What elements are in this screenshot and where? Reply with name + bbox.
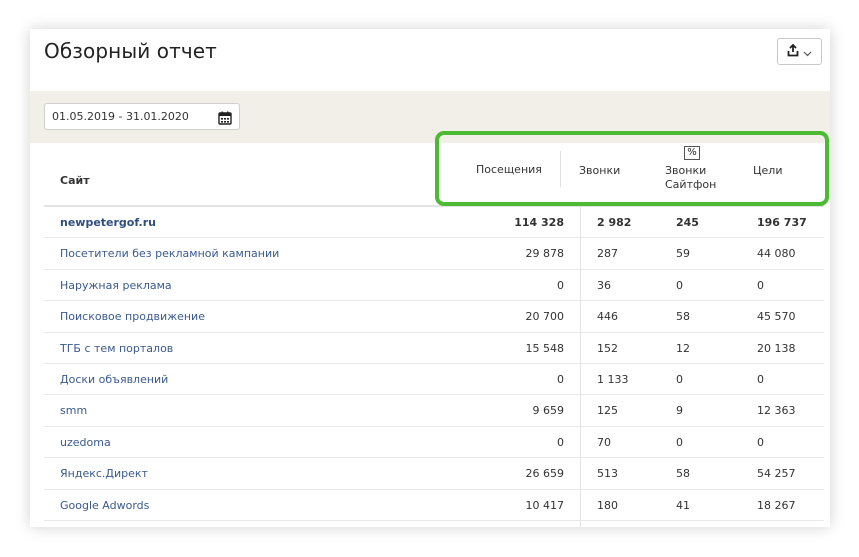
- row-goals: 0: [757, 372, 764, 386]
- chevron-down-icon: [803, 42, 812, 61]
- row-sitephone-calls: 12: [676, 341, 690, 355]
- row-sitephone-calls: 58: [676, 467, 690, 481]
- table-row: newpetergof.ru 114 328 2 982 245 196 737: [44, 207, 824, 239]
- row-goals: 18 267: [757, 498, 796, 512]
- row-calls: 152: [597, 341, 618, 355]
- row-site-link[interactable]: smm: [60, 404, 87, 418]
- table-body: newpetergof.ru 114 328 2 982 245 196 737…: [44, 207, 824, 521]
- calendar-icon[interactable]: [218, 109, 232, 134]
- table-row: ТГБ с тем порталов 15 548 152 12 20 138: [44, 333, 824, 364]
- table-row: uzedoma 0 70 0 0: [44, 427, 824, 459]
- row-site-link[interactable]: Наружная реклама: [60, 279, 172, 293]
- column-header-goals[interactable]: Цели: [753, 164, 783, 178]
- column-header-visits[interactable]: Посещения: [476, 163, 542, 177]
- table-row: Наружная реклама 0 36 0 0: [44, 270, 824, 302]
- table-row: Поисковое продвижение 20 700 446 58 45 5…: [44, 301, 824, 333]
- row-visits: 29 878: [525, 247, 565, 261]
- table-row: smm 9 659 125 9 12 363: [44, 395, 824, 427]
- row-visits: 0: [557, 372, 564, 386]
- row-site-link[interactable]: Google Adwords: [60, 499, 149, 513]
- row-goals: 54 257: [757, 467, 796, 481]
- table-row: Посетители без рекламной кампании 29 878…: [44, 238, 824, 270]
- column-header-sitephone-line2: Сайтфон: [665, 178, 717, 191]
- row-visits: 15 548: [525, 341, 565, 355]
- row-goals: 0: [757, 278, 764, 292]
- row-visits: 20 700: [525, 310, 565, 324]
- row-calls: 446: [597, 310, 618, 324]
- table-row: Google Adwords 10 417 180 41 18 267: [44, 490, 824, 521]
- row-goals: 44 080: [757, 247, 796, 261]
- row-visits: 0: [557, 435, 564, 449]
- row-calls: 125: [597, 404, 618, 418]
- row-goals: 196 737: [757, 216, 807, 229]
- row-sitephone-calls: 58: [676, 310, 690, 324]
- row-goals: 45 570: [757, 310, 796, 324]
- row-calls: 36: [597, 278, 611, 292]
- row-visits: 26 659: [525, 467, 565, 481]
- row-visits: 9 659: [532, 404, 565, 418]
- row-site-link[interactable]: uzedoma: [60, 436, 111, 450]
- row-goals: 0: [757, 435, 764, 449]
- export-button[interactable]: [777, 38, 822, 65]
- row-site-link[interactable]: newpetergof.ru: [60, 216, 156, 230]
- row-sitephone-calls: 59: [676, 247, 690, 261]
- column-header-calls[interactable]: Звонки: [579, 164, 620, 178]
- row-sitephone-calls: 245: [676, 216, 699, 229]
- row-sitephone-calls: 9: [676, 404, 683, 418]
- date-range-value: 01.05.2019 - 31.01.2020: [52, 110, 189, 123]
- row-sitephone-calls: 0: [676, 278, 683, 292]
- row-site-link[interactable]: Яндекс.Директ: [60, 467, 148, 481]
- column-header-sitephone-line1: Звонки: [665, 164, 707, 177]
- header-separator: [560, 151, 561, 187]
- row-site-link[interactable]: Поисковое продвижение: [60, 310, 205, 324]
- row-calls: 70: [597, 435, 611, 449]
- table-row: Яндекс.Директ 26 659 513 58 54 257: [44, 458, 824, 490]
- row-calls: 513: [597, 467, 618, 481]
- row-calls: 180: [597, 498, 618, 512]
- row-site-link[interactable]: ТГБ с тем порталов: [60, 342, 173, 356]
- column-header-sitephone-calls[interactable]: Звонки Сайтфон: [665, 164, 716, 192]
- row-site-link[interactable]: Доски объявлений: [60, 373, 168, 387]
- row-sitephone-calls: 41: [676, 498, 690, 512]
- page-title: Обзорный отчет: [44, 39, 217, 63]
- row-calls: 1 133: [597, 372, 629, 386]
- row-calls: 2 982: [597, 216, 632, 229]
- percent-badge[interactable]: %: [684, 146, 700, 160]
- row-visits: 0: [557, 278, 564, 292]
- row-site-link[interactable]: Посетители без рекламной кампании: [60, 247, 279, 261]
- column-header-site[interactable]: Сайт: [60, 174, 90, 188]
- share-icon: [787, 42, 799, 61]
- row-visits: 114 328: [514, 216, 564, 229]
- table-row: Доски объявлений 0 1 133 0 0: [44, 364, 824, 396]
- report-card: Обзорный отчет 01.05.2019 - 31.01.2020 С…: [30, 29, 830, 527]
- row-sitephone-calls: 0: [676, 435, 683, 449]
- row-visits: 10 417: [525, 498, 565, 512]
- date-range-input[interactable]: 01.05.2019 - 31.01.2020: [44, 103, 240, 130]
- filter-bar: 01.05.2019 - 31.01.2020: [30, 91, 830, 143]
- row-calls: 287: [597, 247, 618, 261]
- row-goals: 12 363: [757, 404, 796, 418]
- row-goals: 20 138: [757, 341, 796, 355]
- row-sitephone-calls: 0: [676, 372, 683, 386]
